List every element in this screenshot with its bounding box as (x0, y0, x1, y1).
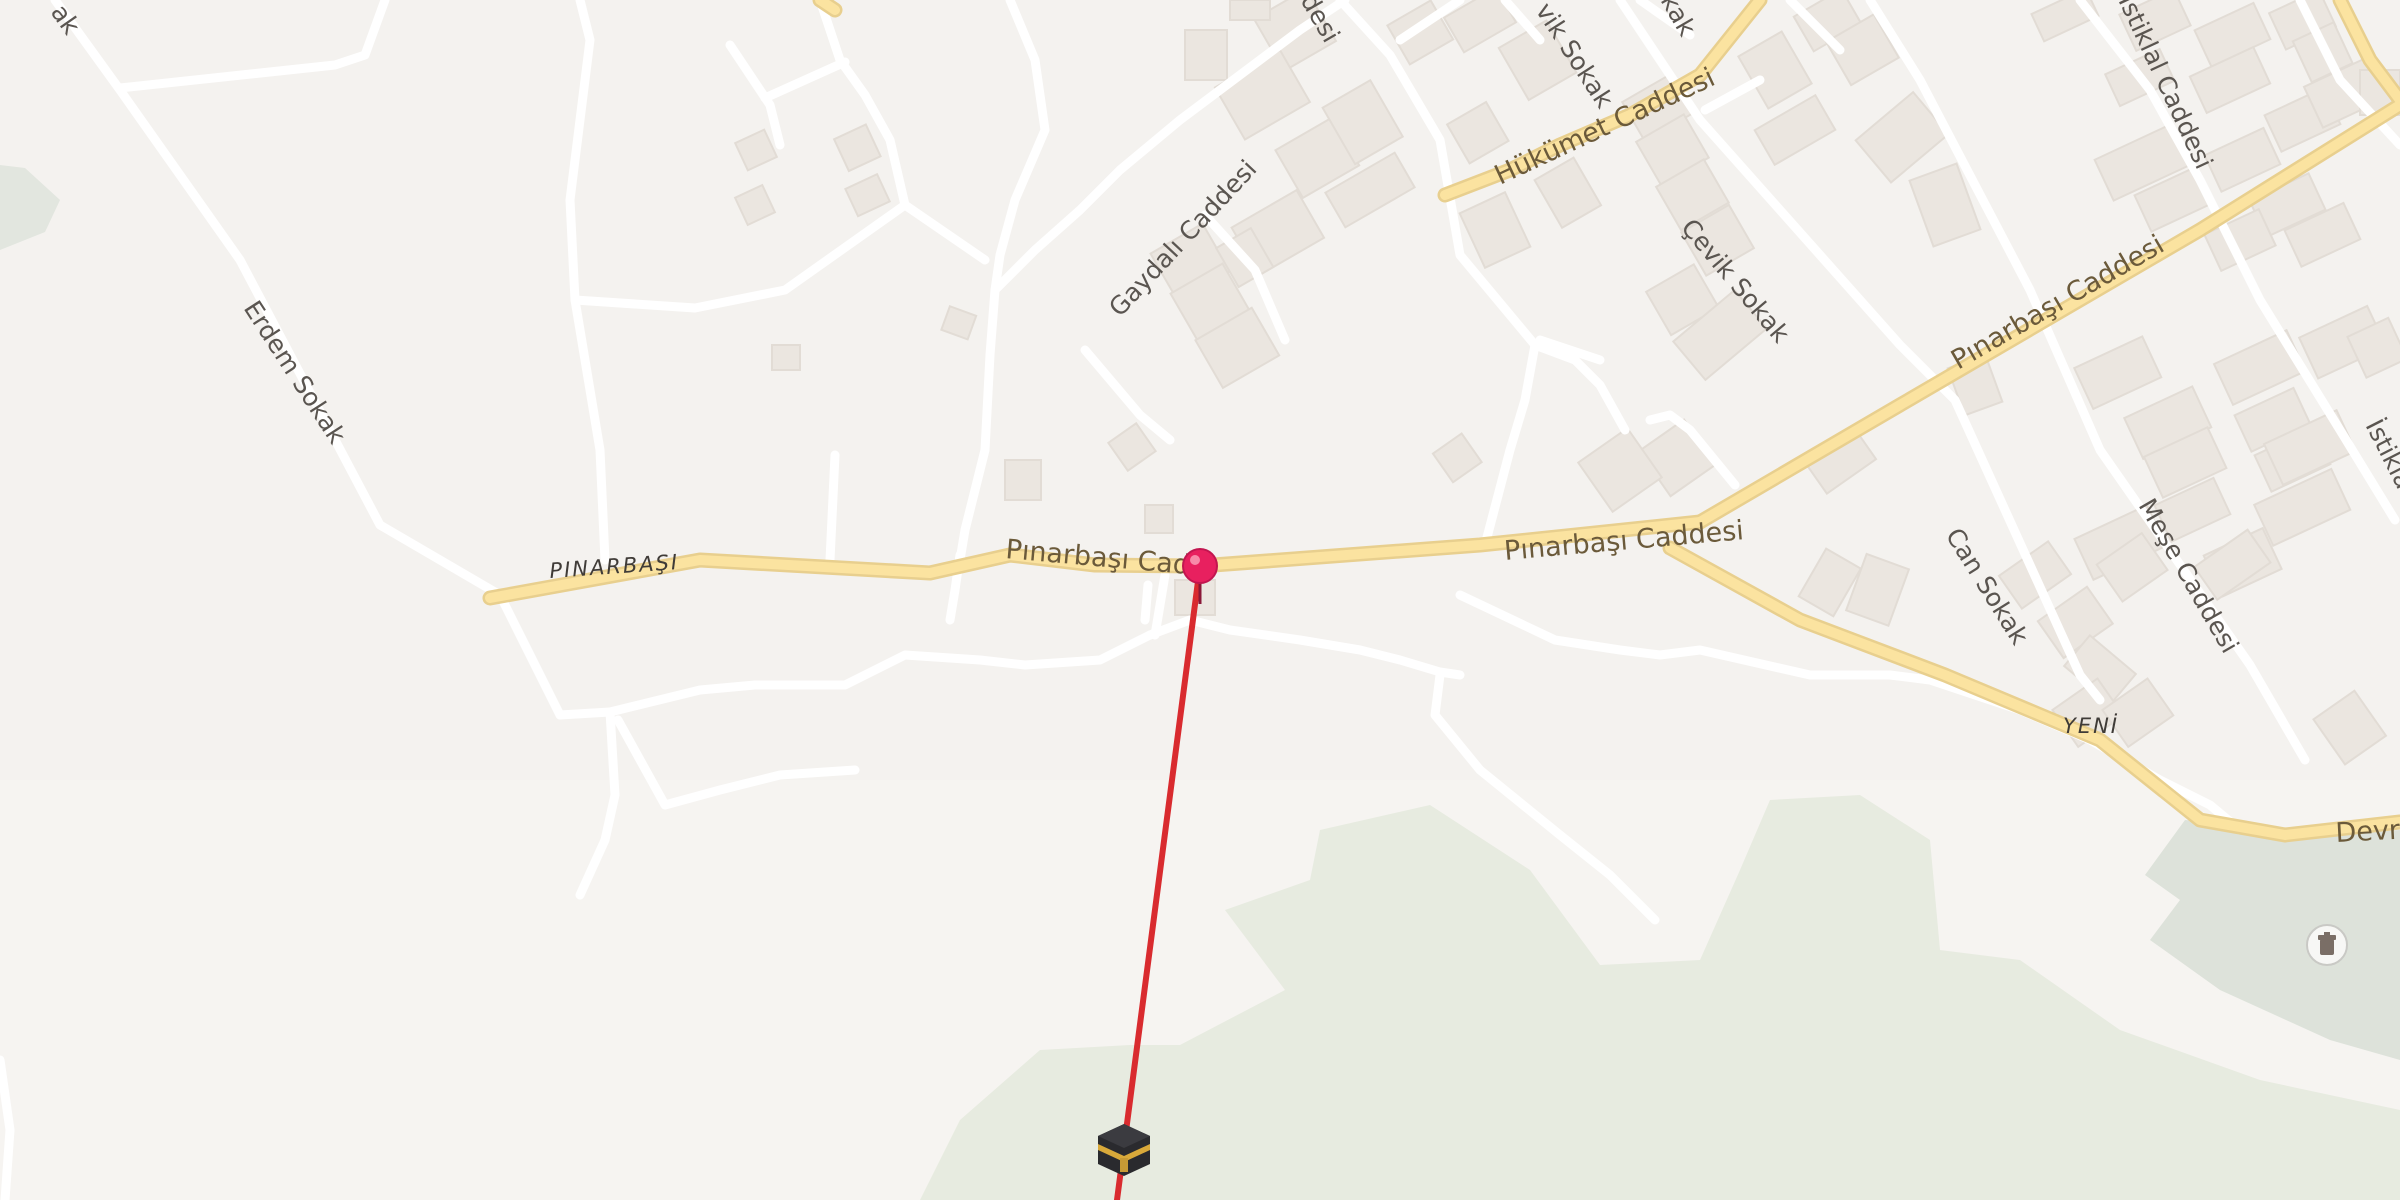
map-canvas[interactable]: Erdem Sokak PINARBAŞI Pınarbaşı Cadd Pın… (0, 0, 2400, 1200)
cemetery-icon[interactable] (2306, 924, 2348, 966)
area-label-yeni: YENİ (2063, 713, 2119, 738)
street-label-devrim: Devrim (2335, 813, 2400, 849)
